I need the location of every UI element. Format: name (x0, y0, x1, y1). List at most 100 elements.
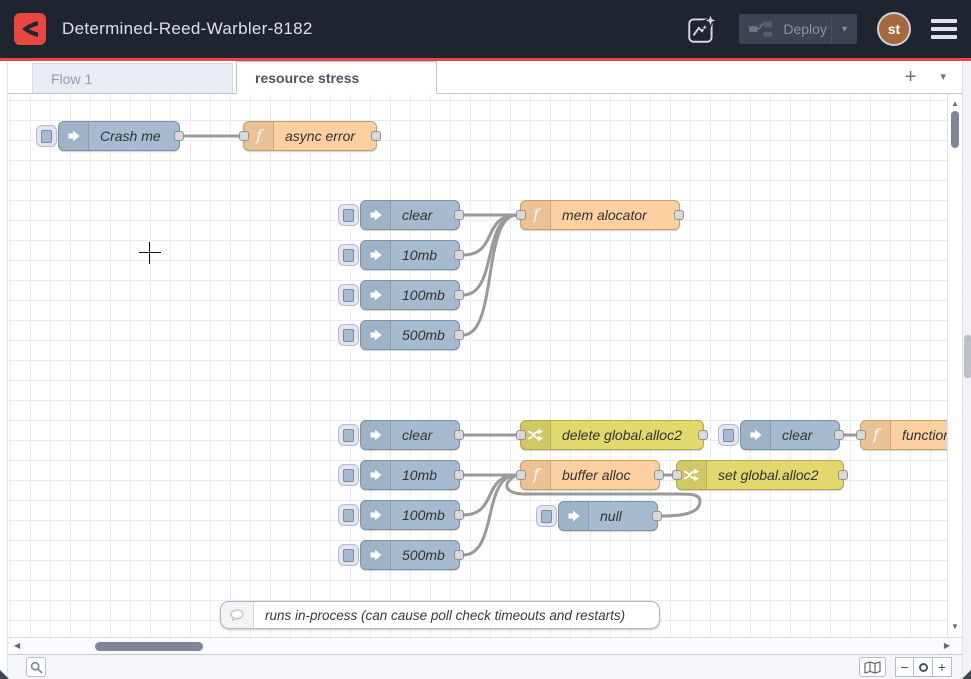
flow-tab-bar: Flow 1 resource stress + ▾ (8, 61, 962, 94)
tab-label: Flow 1 (51, 71, 92, 87)
inject-button[interactable] (718, 424, 739, 446)
wire-layer (8, 94, 947, 637)
node-crash-me[interactable]: Crash me (58, 121, 180, 151)
output-port[interactable] (454, 210, 464, 220)
output-port[interactable] (674, 210, 684, 220)
flow-list-button[interactable]: ▾ (940, 72, 946, 83)
flowfuse-logo-icon[interactable] (14, 13, 46, 45)
hamburger-menu-icon[interactable] (931, 15, 957, 43)
node-clear-2[interactable]: clear (360, 420, 460, 450)
output-port[interactable] (834, 430, 844, 440)
vertical-scrollbar-thumb[interactable] (951, 111, 959, 148)
workspace: Flow 1 resource stress + ▾ Crash me fasyn… (0, 61, 971, 679)
node-null-inject[interactable]: null (558, 501, 658, 531)
output-port[interactable] (454, 510, 464, 520)
scroll-up-icon[interactable]: ▲ (948, 100, 962, 108)
tab-flow-1[interactable]: Flow 1 (32, 63, 233, 93)
node-label: clear (391, 201, 459, 229)
zoom-in-button[interactable]: + (933, 657, 952, 677)
deploy-caret-icon[interactable]: ▾ (831, 14, 857, 44)
node-label: null (589, 502, 657, 530)
horizontal-scrollbar-thumb[interactable] (95, 642, 203, 651)
node-label: 500mb (391, 321, 459, 349)
inject-button[interactable] (338, 504, 359, 526)
node-100mb-1[interactable]: 100mb (360, 280, 460, 310)
node-mem-alocator[interactable]: fmem alocator (520, 200, 680, 230)
inject-icon (361, 321, 391, 349)
node-async-error[interactable]: fasync error (243, 121, 377, 151)
horizontal-scrollbar[interactable]: ◀ ▶ (8, 637, 962, 654)
tab-resource-stress[interactable]: resource stress (236, 61, 437, 94)
output-port[interactable] (454, 330, 464, 340)
node-clear-3[interactable]: clear (740, 420, 840, 450)
node-label: runs in-process (can cause poll check ti… (254, 602, 659, 628)
inject-button[interactable] (338, 464, 359, 486)
output-port[interactable] (371, 131, 381, 141)
input-port[interactable] (239, 131, 249, 141)
input-port[interactable] (516, 210, 526, 220)
node-function-partial[interactable]: ffunction (860, 420, 947, 450)
tab-label: resource stress (255, 70, 359, 86)
node-label: 100mb (391, 281, 459, 309)
inject-button[interactable] (536, 505, 557, 527)
ai-assistant-icon[interactable] (685, 12, 719, 46)
navigator-toggle-button[interactable] (859, 657, 886, 677)
node-label: 500mb (391, 541, 459, 569)
vertical-scrollbar[interactable]: ▲ ▼ (947, 94, 962, 637)
node-10mb-2[interactable]: 10mb (360, 460, 460, 490)
inject-icon (741, 421, 771, 449)
scroll-down-icon[interactable]: ▼ (948, 623, 962, 631)
node-clear-1[interactable]: clear (360, 200, 460, 230)
zoom-reset-button[interactable] (914, 657, 933, 677)
inject-button[interactable] (338, 204, 359, 226)
user-avatar[interactable]: st (877, 12, 911, 46)
node-label: 100mb (391, 501, 459, 529)
zoom-reset-icon (919, 663, 928, 672)
inject-button[interactable] (338, 544, 359, 566)
scroll-right-icon[interactable]: ▶ (944, 642, 950, 650)
node-500mb-2[interactable]: 500mb (360, 540, 460, 570)
output-port[interactable] (698, 430, 708, 440)
output-port[interactable] (454, 470, 464, 480)
resize-handle-right-icon[interactable] (962, 670, 971, 679)
inject-button[interactable] (338, 284, 359, 306)
input-port[interactable] (516, 470, 526, 480)
node-red-app: Determined-Reed-Warbler-8182 (0, 0, 971, 679)
scroll-left-icon[interactable]: ◀ (14, 642, 20, 650)
add-flow-button[interactable]: + (905, 67, 917, 87)
input-port[interactable] (672, 470, 682, 480)
deploy-button[interactable]: Deploy ▾ (739, 14, 857, 44)
node-500mb-1[interactable]: 500mb (360, 320, 460, 350)
inject-button[interactable] (338, 424, 359, 446)
output-port[interactable] (454, 250, 464, 260)
node-10mb-1[interactable]: 10mb (360, 240, 460, 270)
inject-button[interactable] (338, 324, 359, 346)
node-set-global-alloc2[interactable]: set global.alloc2 (676, 460, 844, 490)
flow-canvas[interactable]: Crash me fasync error clear 10mb 100mb 500mb f… (8, 94, 947, 637)
inject-button[interactable] (36, 125, 57, 147)
output-port[interactable] (654, 470, 664, 480)
svg-text:f: f (532, 467, 541, 483)
node-delete-global-alloc2[interactable]: delete global.alloc2 (520, 420, 704, 450)
resize-handle-left-icon[interactable] (0, 670, 9, 679)
node-buffer-alloc[interactable]: fbuffer alloc (520, 460, 660, 490)
output-port[interactable] (454, 550, 464, 560)
output-port[interactable] (454, 430, 464, 440)
node-100mb-2[interactable]: 100mb (360, 500, 460, 530)
window-scrollbar-thumb[interactable] (964, 335, 971, 378)
output-port[interactable] (454, 290, 464, 300)
node-label: function (891, 421, 947, 449)
output-port[interactable] (652, 511, 662, 521)
window-scrollbar[interactable] (962, 61, 971, 679)
search-button[interactable] (26, 657, 46, 677)
output-port[interactable] (174, 131, 184, 141)
input-port[interactable] (856, 430, 866, 440)
zoom-out-button[interactable]: − (895, 657, 914, 677)
tab-actions: + ▾ (905, 61, 946, 93)
node-comment[interactable]: runs in-process (can cause poll check ti… (220, 601, 660, 629)
input-port[interactable] (516, 430, 526, 440)
inject-button[interactable] (338, 244, 359, 266)
page-title: Determined-Reed-Warbler-8182 (62, 19, 313, 39)
output-port[interactable] (838, 470, 848, 480)
header-actions: Deploy ▾ st (685, 12, 957, 46)
